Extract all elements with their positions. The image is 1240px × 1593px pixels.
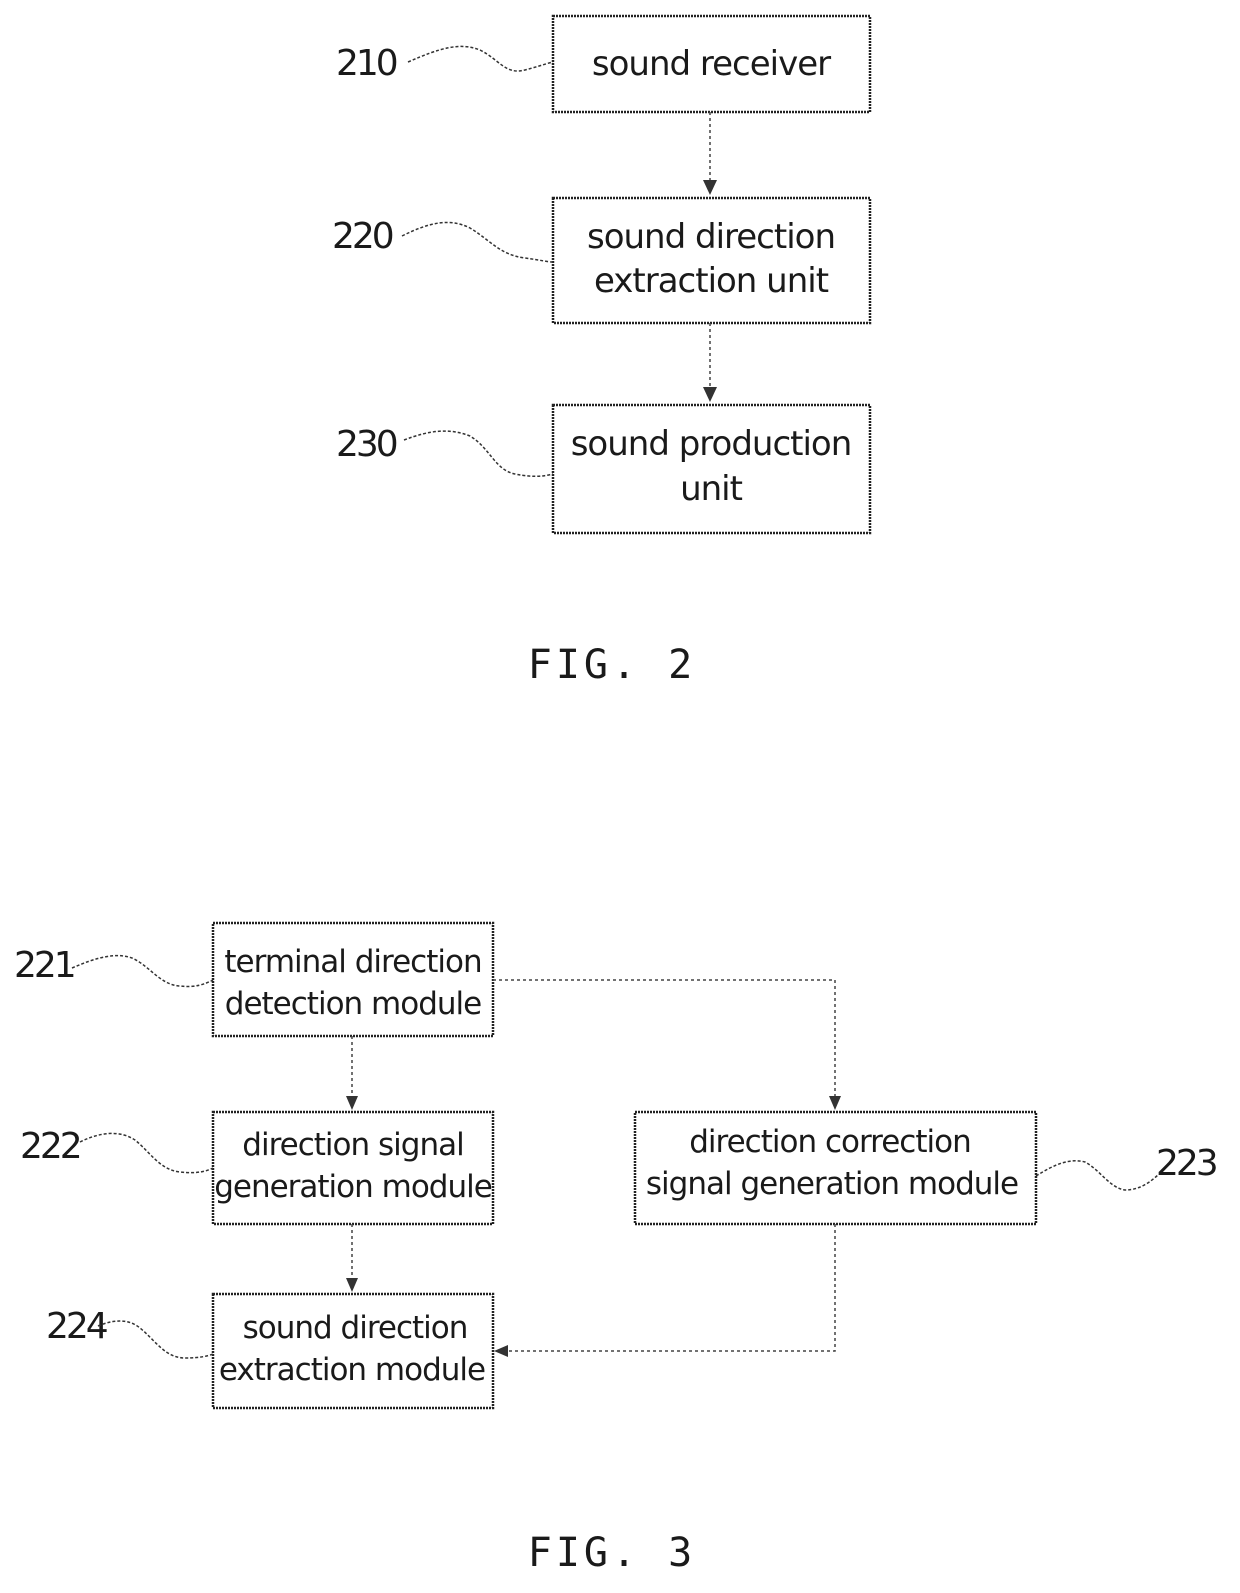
- block-label-line-2: extraction unit: [594, 261, 829, 301]
- ref-numeral-220: 220: [332, 216, 393, 257]
- block-sound-direction-extraction-module: sound direction extraction module: [211, 1292, 495, 1410]
- leader-line-222: [79, 1132, 214, 1174]
- block-label-line-2: generation module: [214, 1169, 492, 1205]
- leader-line-230: [403, 430, 554, 478]
- arrow-head: [829, 1096, 841, 1110]
- ref-numeral-221: 221: [14, 945, 74, 986]
- ref-numeral-224: 224: [46, 1306, 107, 1347]
- block-label-line-2: unit: [680, 469, 743, 509]
- ref-numeral-210: 210: [336, 43, 397, 84]
- leader-line-224: [97, 1320, 214, 1359]
- block-label-line-1: direction signal: [242, 1127, 463, 1163]
- block-label-line-2: detection module: [225, 986, 481, 1022]
- block-label: sound receiver: [592, 44, 831, 84]
- block-label-line-2: extraction module: [219, 1352, 485, 1388]
- block-sound-production-unit: sound production unit: [551, 403, 872, 535]
- arrow-head: [703, 180, 717, 195]
- block-label-line-1: terminal direction: [224, 944, 481, 980]
- arrow-head: [346, 1096, 358, 1110]
- ref-numeral-222: 222: [20, 1126, 80, 1167]
- leader-line-221: [71, 954, 214, 988]
- connector-223-224: [502, 1224, 836, 1352]
- block-label-line-1: direction correction: [689, 1124, 970, 1160]
- figure-caption: FIG. 3: [528, 1530, 697, 1576]
- block-label-line-1: sound direction: [243, 1310, 468, 1346]
- ref-numeral-223: 223: [1156, 1143, 1217, 1184]
- block-sound-receiver: sound receiver: [551, 14, 872, 114]
- connector-221-223: [493, 979, 836, 1102]
- block-terminal-direction-detection-module: terminal direction detection module: [211, 921, 495, 1038]
- leader-line-223: [1035, 1160, 1159, 1191]
- diagram-canvas: sound receiver 210 sound direction extra…: [14, 14, 1220, 1576]
- ref-numeral-230: 230: [336, 424, 397, 465]
- block-label-line-1: sound production: [571, 424, 852, 464]
- block-direction-correction-signal-generation-module: direction correction signal generation m…: [633, 1110, 1038, 1226]
- block-label-line-1: sound direction: [587, 217, 835, 257]
- figure-caption: FIG. 2: [528, 642, 697, 688]
- block-direction-signal-generation-module: direction signal generation module: [211, 1110, 495, 1226]
- figure-3: terminal direction detection module 221 …: [14, 921, 1220, 1576]
- arrow-head: [494, 1345, 508, 1357]
- arrow-head: [703, 387, 717, 402]
- leader-line-210: [407, 45, 554, 72]
- block-sound-direction-extraction-unit: sound direction extraction unit: [551, 196, 872, 325]
- figure-2: sound receiver 210 sound direction extra…: [332, 14, 872, 688]
- block-label-line-2: signal generation module: [646, 1166, 1018, 1202]
- arrow-head: [346, 1278, 358, 1292]
- leader-line-220: [401, 221, 554, 263]
